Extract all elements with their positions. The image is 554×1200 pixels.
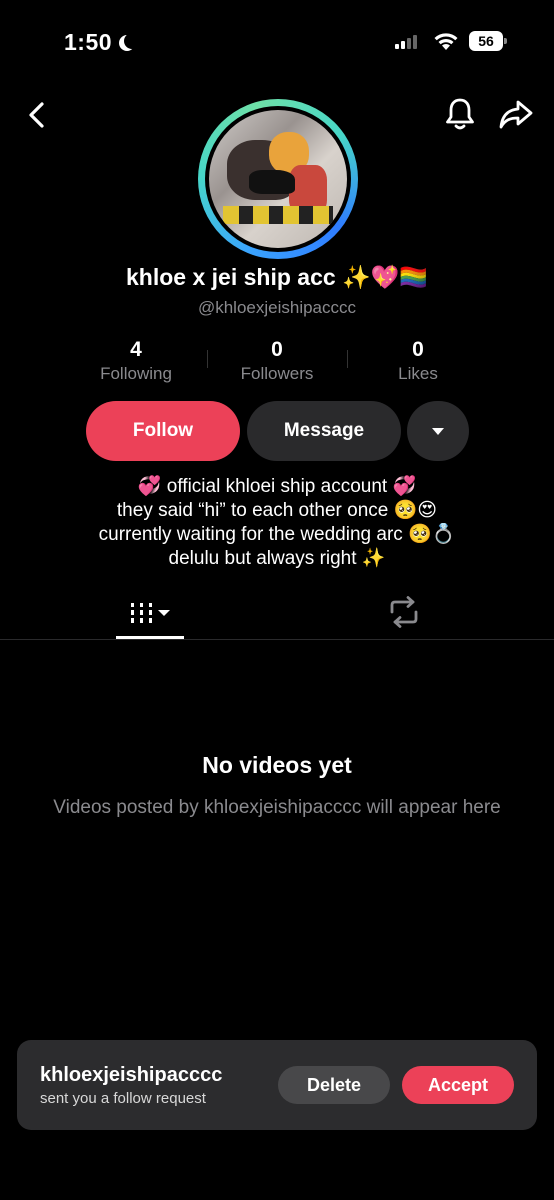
request-message: sent you a follow request [40, 1090, 206, 1107]
repost-icon[interactable] [386, 596, 422, 628]
bio-line: 💞 official khloei ship account 💞 [137, 476, 417, 497]
battery-icon: 56 [469, 31, 507, 51]
stat-followers[interactable]: 0 Followers [207, 338, 347, 384]
request-username: khloexjeishipacccc [40, 1064, 223, 1086]
bio-line: they said “hi” to each other once 🥺😍 [116, 500, 438, 521]
caret-down-icon [432, 427, 444, 435]
tab-videos[interactable] [116, 594, 184, 638]
signal-icon [395, 35, 417, 49]
delete-button[interactable]: Delete [278, 1066, 390, 1104]
message-button[interactable]: Message [247, 401, 401, 461]
moon-icon [124, 33, 140, 49]
followers-count: 0 [271, 338, 283, 361]
following-count: 4 [130, 338, 142, 361]
following-label: Following [100, 364, 172, 383]
wifi-icon [434, 33, 458, 50]
stat-following[interactable]: 4 Following [66, 338, 206, 384]
share-icon[interactable] [498, 97, 534, 131]
bell-icon[interactable] [443, 96, 477, 132]
likes-label: Likes [398, 364, 438, 383]
bio-line: delulu but always right ✨ [168, 548, 386, 569]
bio: 💞 official khloei ship account 💞 they sa… [0, 475, 554, 571]
status-bar: 1:50 56 [0, 0, 554, 80]
display-name: khloe x jei ship acc ✨💖🏳️‍🌈 [126, 264, 428, 290]
avatar-image [209, 110, 347, 248]
likes-count: 0 [412, 338, 424, 361]
stat-likes[interactable]: 0 Likes [348, 338, 488, 384]
followers-label: Followers [240, 364, 314, 383]
empty-state-title: No videos yet [202, 752, 352, 778]
follow-button[interactable]: Follow [86, 401, 240, 461]
empty-state-subtitle: Videos posted by khloexjeishipacccc will… [53, 797, 501, 818]
avatar-ring [198, 99, 358, 259]
status-time: 1:50 [64, 29, 132, 56]
username: @khloexjeishipacccc [197, 298, 357, 317]
videos-grid-icon [131, 603, 170, 623]
bio-line: currently waiting for the wedding arc 🥺💍 [98, 524, 456, 545]
avatar[interactable] [205, 106, 351, 252]
clock-text: 1:50 [64, 29, 113, 55]
back-icon[interactable] [22, 98, 52, 132]
tabs-divider [0, 639, 554, 640]
more-button[interactable] [407, 401, 469, 461]
accept-button[interactable]: Accept [402, 1066, 514, 1104]
follow-request-card: khloexjeishipacccc sent you a follow req… [17, 1040, 537, 1130]
battery-level: 56 [469, 31, 503, 51]
